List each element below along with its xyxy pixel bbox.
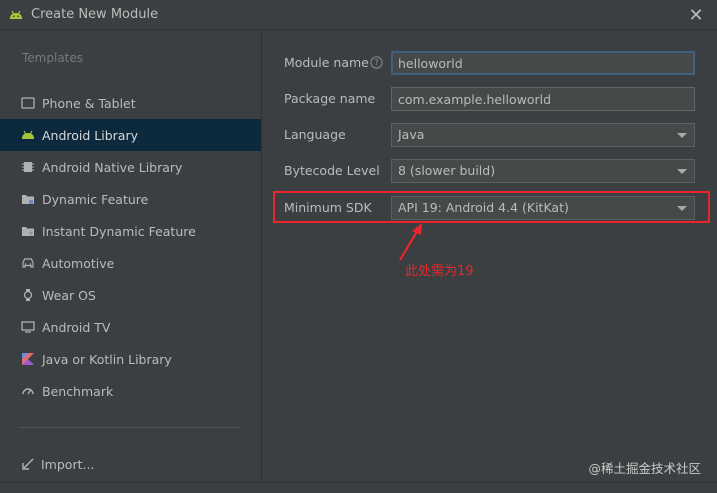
sidebar-divider [20, 427, 240, 428]
module-config-panel: Module name ? Package name Language Java… [262, 30, 717, 482]
android-icon [21, 128, 35, 142]
sidebar-item-java-kotlin-library[interactable]: Java or Kotlin Library [0, 343, 261, 375]
package-name-row: Package name [262, 87, 717, 111]
templates-header: Templates [22, 51, 84, 65]
car-icon [21, 256, 35, 270]
sidebar-item-label: Benchmark [42, 383, 114, 399]
svg-text:?: ? [374, 59, 379, 69]
annotation-text: 此处需为19 [405, 264, 474, 279]
android-studio-icon [10, 10, 22, 19]
sidebar-item-android-native-library[interactable]: Android Native Library [0, 151, 261, 183]
import-label: Import... [41, 456, 95, 472]
bytecode-level-row: Bytecode Level 8 (slower build) [262, 159, 717, 183]
language-select[interactable]: Java [391, 123, 695, 147]
sidebar-item-label: Java or Kotlin Library [42, 351, 172, 367]
help-icon[interactable]: ? [370, 56, 383, 69]
bytecode-level-label: Bytecode Level [284, 163, 380, 178]
chevron-down-icon [677, 169, 687, 174]
benchmark-icon [21, 384, 35, 398]
native-library-icon [21, 160, 35, 174]
folder-icon [21, 192, 35, 206]
module-name-input[interactable] [391, 51, 695, 75]
bytecode-level-select[interactable]: 8 (slower build) [391, 159, 695, 183]
watch-icon [21, 288, 35, 302]
module-name-label: Module name [284, 55, 369, 70]
import-button[interactable]: Import... [21, 454, 94, 474]
templates-sidebar: Templates Phone & Tablet Android Library [0, 30, 262, 482]
chevron-down-icon [677, 133, 687, 138]
bytecode-level-value: 8 (slower build) [398, 163, 496, 178]
sidebar-item-automotive[interactable]: Automotive [0, 247, 261, 279]
sidebar-item-label: Dynamic Feature [42, 191, 149, 207]
watermark: @稀土掘金技术社区 [588, 461, 701, 476]
templates-list: Phone & Tablet Android Library Android N… [0, 87, 261, 407]
window-title: Create New Module [31, 7, 159, 22]
instant-folder-icon [21, 224, 35, 238]
package-name-input[interactable] [391, 87, 695, 111]
language-row: Language Java [262, 123, 717, 147]
import-icon [21, 457, 35, 471]
sidebar-item-label: Android Library [42, 127, 139, 143]
close-icon[interactable]: ✕ [688, 5, 703, 26]
tv-icon [21, 320, 35, 334]
sidebar-item-phone-tablet[interactable]: Phone & Tablet [0, 87, 261, 119]
sidebar-item-instant-dynamic-feature[interactable]: Instant Dynamic Feature [0, 215, 261, 247]
sidebar-item-label: Instant Dynamic Feature [42, 223, 196, 239]
sidebar-item-label: Automotive [42, 255, 115, 271]
package-name-label: Package name [284, 91, 376, 106]
module-name-row: Module name ? [262, 51, 717, 75]
phone-icon [21, 96, 35, 110]
sidebar-item-dynamic-feature[interactable]: Dynamic Feature [0, 183, 261, 215]
language-value: Java [398, 127, 425, 142]
sidebar-item-benchmark[interactable]: Benchmark [0, 375, 261, 407]
language-label: Language [284, 127, 346, 142]
sidebar-item-wear-os[interactable]: Wear OS [0, 279, 261, 311]
sidebar-item-android-tv[interactable]: Android TV [0, 311, 261, 343]
sidebar-item-label: Android Native Library [42, 159, 183, 175]
sidebar-item-label: Android TV [42, 319, 111, 335]
kotlin-icon [21, 352, 35, 366]
sidebar-item-label: Phone & Tablet [42, 95, 136, 111]
close-button[interactable]: ✕ [685, 4, 707, 26]
annotation-highlight-box [273, 191, 710, 223]
title-bar: Create New Module ✕ [0, 0, 717, 30]
sidebar-item-label: Wear OS [42, 287, 96, 303]
sidebar-item-android-library[interactable]: Android Library [0, 119, 261, 151]
dialog-bottom-bar [0, 482, 717, 493]
